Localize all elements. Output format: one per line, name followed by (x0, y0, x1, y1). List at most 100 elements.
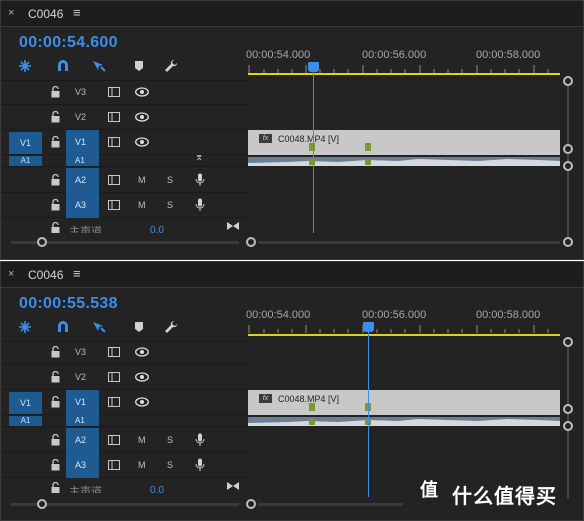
mute-button[interactable]: M (138, 460, 146, 470)
collapse-handle-icon[interactable]: ⌆ (195, 155, 203, 163)
microphone-icon[interactable] (195, 173, 205, 187)
magnet-snap-icon[interactable] (55, 58, 75, 76)
clip-marker[interactable] (365, 159, 371, 165)
vscroll-handle-bottom[interactable] (563, 404, 573, 414)
audio-vertical-scrollbar[interactable] (567, 429, 569, 499)
microphone-icon[interactable] (195, 198, 205, 212)
track-height-toggle-icon[interactable] (227, 482, 239, 490)
sync-lock-icon[interactable] (108, 137, 120, 147)
lock-icon[interactable] (51, 482, 60, 493)
track-target-label[interactable]: A1 (75, 416, 95, 425)
panel-menu-icon[interactable]: ≡ (73, 5, 81, 20)
eye-icon[interactable] (135, 87, 149, 97)
sync-lock-icon[interactable] (108, 175, 120, 185)
linked-selection-icon[interactable] (91, 319, 111, 337)
zoom-scrollbar[interactable] (258, 503, 403, 506)
clip-marker[interactable] (365, 143, 371, 151)
close-tab-icon[interactable]: × (8, 7, 14, 19)
master-volume-value[interactable]: 0.0 (150, 225, 164, 233)
lock-icon[interactable] (51, 371, 60, 383)
solo-button[interactable]: S (167, 435, 173, 445)
vscroll-handle-bottom[interactable] (563, 144, 573, 154)
track-target-label[interactable]: V1 (75, 137, 95, 147)
track-target-label[interactable]: V1 (75, 397, 95, 407)
clip-marker[interactable] (309, 143, 315, 151)
playhead-timecode[interactable]: 00:00:54.600 (19, 34, 118, 52)
solo-button[interactable]: S (167, 200, 173, 210)
work-area-bar[interactable] (248, 334, 560, 336)
add-marker-icon[interactable] (131, 319, 151, 337)
track-target-label[interactable]: A3 (75, 200, 95, 210)
track-target-label[interactable]: V2 (75, 112, 95, 122)
lock-icon[interactable] (51, 136, 60, 148)
track-target-label[interactable]: A2 (75, 175, 95, 185)
lock-icon[interactable] (51, 396, 60, 408)
audio-waveform[interactable] (248, 157, 560, 166)
lock-icon[interactable] (51, 111, 60, 123)
clip-marker[interactable] (309, 403, 315, 411)
snap-nest-icon[interactable] (17, 58, 37, 76)
audio-vertical-scrollbar[interactable] (567, 169, 569, 237)
source-patch-a1[interactable]: A1 (9, 416, 42, 426)
track-target-label[interactable]: A3 (75, 460, 95, 470)
lock-icon[interactable] (51, 434, 60, 446)
magnet-snap-icon[interactable] (55, 319, 75, 337)
eye-icon[interactable] (135, 397, 149, 407)
track-target-label[interactable]: A2 (75, 435, 95, 445)
playhead-timecode[interactable]: 00:00:55.538 (19, 295, 118, 313)
eye-icon[interactable] (135, 112, 149, 122)
playhead-line[interactable] (368, 325, 369, 497)
vscroll-handle-top[interactable] (563, 161, 573, 171)
video-clip[interactable]: fx C0048.MP4 [V] (248, 390, 560, 415)
lock-icon[interactable] (51, 174, 60, 186)
track-target-label[interactable]: V2 (75, 372, 95, 382)
playhead-handle[interactable] (363, 322, 374, 332)
playhead-line[interactable] (313, 65, 314, 233)
scroll-handle[interactable] (37, 499, 47, 509)
scroll-handle[interactable] (37, 237, 47, 247)
audio-waveform[interactable] (248, 417, 560, 426)
mute-button[interactable]: M (138, 200, 146, 210)
source-patch-a1[interactable]: A1 (9, 156, 42, 166)
mute-button[interactable]: M (138, 435, 146, 445)
sync-lock-icon[interactable] (108, 347, 120, 357)
add-marker-icon[interactable] (131, 58, 151, 76)
sync-lock-icon[interactable] (108, 397, 120, 407)
vscroll-handle-top[interactable] (563, 337, 573, 347)
track-target-label[interactable]: A1 (75, 156, 95, 165)
lock-icon[interactable] (51, 199, 60, 211)
eye-icon[interactable] (135, 372, 149, 382)
sequence-tab-title[interactable]: C0046 (28, 268, 63, 282)
fx-badge[interactable]: fx (259, 134, 272, 143)
solo-button[interactable]: S (167, 175, 173, 185)
eye-icon[interactable] (135, 347, 149, 357)
playhead-handle[interactable] (308, 62, 319, 72)
sync-lock-icon[interactable] (108, 200, 120, 210)
track-height-toggle-icon[interactable] (227, 222, 239, 230)
zoom-scrollbar[interactable] (258, 241, 560, 244)
clip-marker[interactable] (309, 419, 315, 425)
work-area-bar[interactable] (248, 73, 560, 75)
sync-lock-icon[interactable] (108, 372, 120, 382)
solo-button[interactable]: S (167, 460, 173, 470)
fx-badge[interactable]: fx (259, 394, 272, 403)
lock-icon[interactable] (51, 222, 60, 233)
time-ruler-ticks[interactable] (248, 325, 562, 333)
lock-icon[interactable] (51, 346, 60, 358)
sync-lock-icon[interactable] (108, 112, 120, 122)
source-patch-v1[interactable]: V1 (9, 392, 42, 414)
time-ruler-ticks[interactable] (248, 65, 562, 73)
wrench-settings-icon[interactable] (163, 319, 183, 337)
vscroll-handle-top[interactable] (563, 421, 573, 431)
snap-nest-icon[interactable] (17, 319, 37, 337)
sequence-tab-title[interactable]: C0046 (28, 7, 63, 21)
wrench-settings-icon[interactable] (163, 58, 183, 76)
microphone-icon[interactable] (195, 433, 205, 447)
clip-marker[interactable] (309, 159, 315, 165)
lock-icon[interactable] (51, 459, 60, 471)
zoom-handle-left[interactable] (246, 237, 256, 247)
track-target-label[interactable]: V3 (75, 347, 95, 357)
mute-button[interactable]: M (138, 175, 146, 185)
vscroll-handle-top[interactable] (563, 76, 573, 86)
close-tab-icon[interactable]: × (8, 268, 14, 280)
